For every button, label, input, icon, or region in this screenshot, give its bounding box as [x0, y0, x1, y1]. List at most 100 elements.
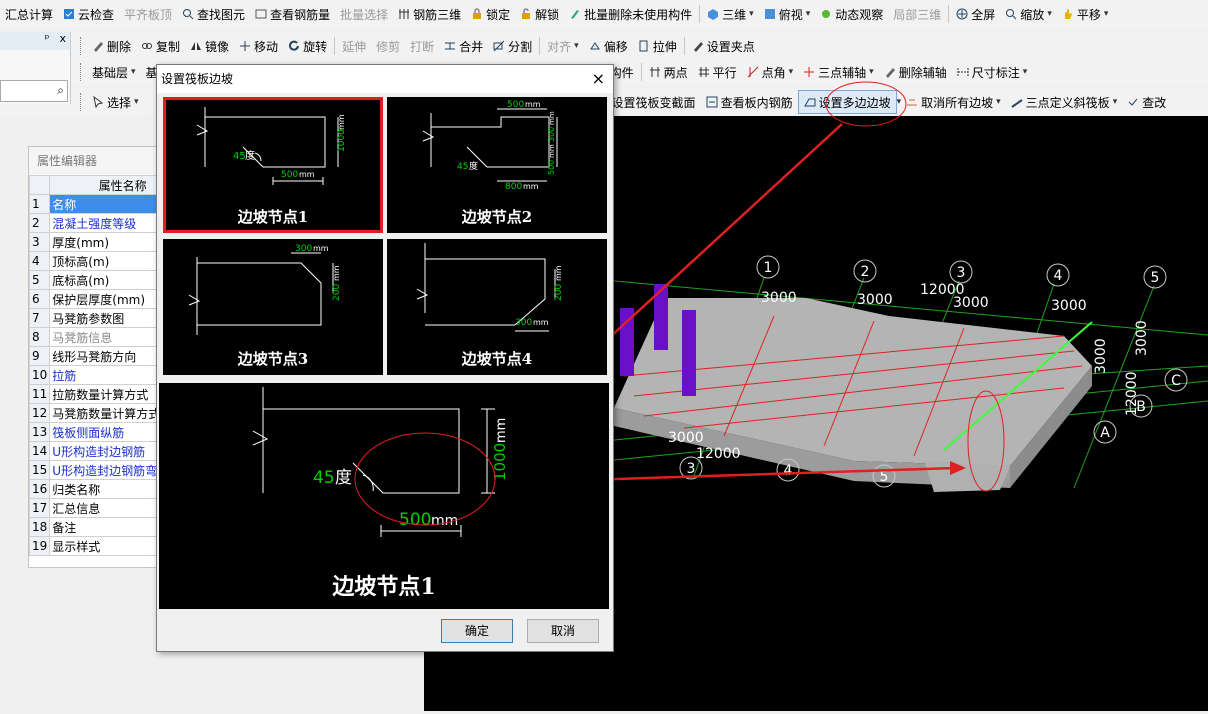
search-icon[interactable]: ⌕	[57, 83, 64, 98]
rebar-3d-button[interactable]: 钢筋三维	[393, 3, 466, 25]
fullscreen-button[interactable]: 全屏	[951, 3, 1000, 25]
rotate-button[interactable]: 旋转	[283, 35, 332, 57]
row-number: 9	[28, 346, 51, 366]
summary-calc-button[interactable]: 汇总计算	[0, 3, 58, 25]
offset-button[interactable]: 偏移	[584, 35, 633, 57]
chevron-down-icon[interactable]: ▾	[1023, 67, 1028, 77]
parallel-label: 平行	[712, 65, 737, 80]
ok-button[interactable]: 确定	[441, 619, 513, 643]
chevron-down-icon[interactable]: ▾	[789, 67, 794, 77]
pin-icon[interactable]: ᵖ	[45, 32, 50, 50]
view-rebar-button[interactable]: 查看钢筋量	[250, 3, 335, 25]
three-point-label: 三点辅轴	[818, 65, 867, 80]
axis-label-c: C	[1171, 373, 1181, 389]
node-3-dim-top: 300	[295, 244, 312, 254]
delete-button[interactable]: 删除	[87, 35, 136, 57]
slope-node-4[interactable]: 200 mm 300 mm 边坡节点4	[387, 239, 607, 375]
split-button[interactable]: 分割	[488, 35, 537, 57]
chevron-down-icon[interactable]: ▾	[749, 9, 754, 19]
move-button[interactable]: 移动	[234, 35, 283, 57]
parallel-axis-button[interactable]: 平行	[693, 61, 742, 83]
cancel-all-slopes-button[interactable]: 取消所有边坡 ▾	[901, 91, 1006, 113]
dynamic-observe-button[interactable]: 动态观察	[815, 3, 888, 25]
check-modify-button[interactable]: 查改	[1122, 91, 1171, 113]
break-button[interactable]: 打断	[405, 35, 439, 57]
cloud-check-button[interactable]: 云检查	[58, 3, 119, 25]
close-icon[interactable]: x	[59, 32, 66, 50]
find-element-button[interactable]: 查找图元	[177, 3, 250, 25]
3d-view-button[interactable]: 三维 ▾	[702, 3, 759, 25]
unlock-icon	[522, 8, 531, 19]
node-2-dim-right-1: 300	[547, 127, 556, 142]
set-multi-edge-slope-button[interactable]: 设置多边边坡	[797, 90, 897, 114]
floor-select[interactable]: 基础层 ▾	[87, 61, 141, 83]
toolbar-grip[interactable]	[80, 37, 84, 55]
check-modify-label: 查改	[1142, 95, 1167, 110]
set-grip-button[interactable]: 设置夹点	[687, 35, 760, 57]
top-view-button[interactable]: 俯视 ▾	[759, 3, 816, 25]
two-point-axis-button[interactable]: 两点	[644, 61, 693, 83]
cancel-button[interactable]: 取消	[527, 619, 599, 643]
delete-label: 删除	[107, 39, 132, 54]
trim-label: 修剪	[376, 39, 401, 54]
select-button[interactable]: 选择 ▾	[87, 91, 144, 113]
zoom-label: 缩放	[1020, 7, 1045, 22]
batch-delete-button[interactable]: 批量删除未使用构件	[564, 3, 697, 25]
chevron-down-icon[interactable]: ▾	[131, 67, 136, 77]
trim-button[interactable]: 修剪	[371, 35, 405, 57]
row-number: 5	[28, 270, 51, 290]
dim-right-2: 3000	[1134, 320, 1150, 356]
lock-button[interactable]: 锁定	[466, 3, 515, 25]
zoom-button[interactable]: 缩放 ▾	[1000, 3, 1057, 25]
chevron-down-icon[interactable]: ▾	[574, 41, 579, 51]
align-slab-top-button[interactable]: 平齐板顶	[119, 3, 177, 25]
node-3-diagram: 300 mm 200 mm	[188, 244, 342, 335]
unlock-button[interactable]: 解锁	[515, 3, 564, 25]
node-2-angle: 45	[457, 162, 468, 172]
slope-node-2[interactable]: 45 度 500 mm 300 mm 500 mm 800 mm 边坡节点2	[387, 97, 607, 233]
batch-select-button[interactable]: 批量选择	[335, 3, 393, 25]
chevron-down-icon[interactable]: ▾	[996, 97, 1001, 107]
delete-axis-button[interactable]: 删除辅轴	[879, 61, 952, 83]
slope-node-3[interactable]: 300 mm 200 mm 边坡节点3	[163, 239, 383, 375]
lock-icon	[473, 8, 482, 19]
align-slab-top-label: 平齐板顶	[124, 7, 173, 22]
stretch-button[interactable]: 拉伸	[633, 35, 682, 57]
chevron-down-icon[interactable]: ▾	[1047, 9, 1052, 19]
property-editor: 属性编辑器 属性名称 1 名称 2 混凝土强度等级 3 厚度(mm) 4 顶标高(m) 5 底标高…	[28, 146, 197, 568]
chevron-down-icon[interactable]: ▾	[869, 67, 874, 77]
dimension-label: 尺寸标注	[971, 65, 1020, 80]
chevron-down-icon[interactable]: ▾	[806, 9, 811, 19]
toolbar-main: 汇总计算 云检查 平齐板顶 查找图元 查看钢筋量 批量选择 钢筋三维 锁定 解锁…	[0, 0, 1208, 28]
row-number: 16	[28, 479, 51, 499]
align-button[interactable]: 对齐 ▾	[542, 35, 584, 57]
cancel-slope-icon	[907, 99, 918, 106]
node-1-angle: 45	[233, 151, 246, 162]
toolbar-edit: 删除 复制 镜像 移动 旋转 延伸 修剪 打断 合并 分割 对齐 ▾ 偏移 拉伸 …	[0, 32, 1208, 60]
chevron-down-icon[interactable]: ▾	[134, 97, 139, 107]
toolbar-grip[interactable]	[80, 63, 84, 81]
separator	[699, 5, 701, 23]
view-slab-rebar-button[interactable]: 查看板内钢筋	[701, 91, 798, 113]
toolbar-grip[interactable]	[80, 93, 84, 111]
split-icon	[493, 40, 505, 52]
merge-button[interactable]: 合并	[439, 35, 488, 57]
three-point-slope-button[interactable]: 三点定义斜筏板 ▾	[1006, 91, 1123, 113]
preview-dim-h-unit: mm	[494, 418, 509, 443]
mirror-button[interactable]: 镜像	[185, 35, 234, 57]
point-angle-button[interactable]: 点角 ▾	[742, 61, 799, 83]
extend-button[interactable]: 延伸	[337, 35, 371, 57]
row-number: 19	[28, 536, 51, 556]
three-point-axis-button[interactable]: 三点辅轴 ▾	[798, 61, 879, 83]
separator	[539, 37, 541, 55]
node-2-dim-right-2: 500	[547, 160, 556, 175]
chevron-down-icon[interactable]: ▾	[1113, 97, 1118, 107]
copy-button[interactable]: 复制	[136, 35, 185, 57]
chevron-down-icon[interactable]: ▾	[1104, 9, 1109, 19]
dimension-button[interactable]: 尺寸标注 ▾	[952, 61, 1033, 83]
close-icon[interactable]: ×	[592, 69, 605, 88]
separator	[683, 37, 685, 55]
slope-node-1[interactable]: 45 度 1000 mm 500 mm 边坡节点1	[163, 97, 383, 233]
pan-button[interactable]: 平移 ▾	[1057, 3, 1114, 25]
local-3d-button[interactable]: 局部三维	[888, 3, 946, 25]
